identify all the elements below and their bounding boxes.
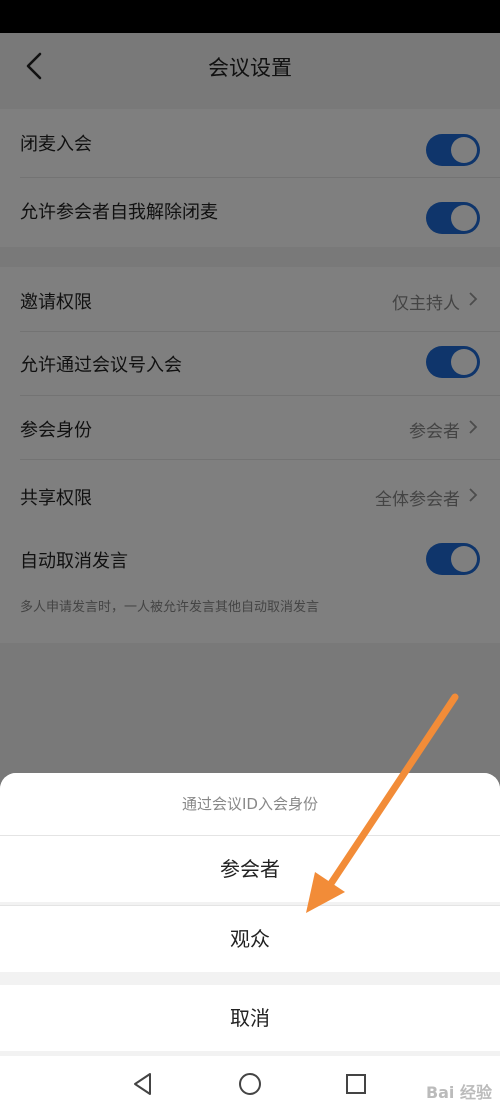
system-nav-bar: Bai 经验 [0, 1056, 500, 1111]
sheet-cancel-button[interactable]: 取消 [0, 985, 500, 1051]
status-bar [0, 0, 500, 33]
nav-back-icon[interactable] [130, 1071, 156, 1097]
nav-home-icon[interactable] [237, 1071, 263, 1097]
sheet-option-attendee[interactable]: 参会者 [0, 836, 500, 902]
sheet-option-audience[interactable]: 观众 [0, 906, 500, 972]
sheet-title: 通过会议ID入会身份 [0, 773, 500, 835]
nav-recents-icon[interactable] [343, 1071, 369, 1097]
watermark-logo: Bai 经验 [425, 1083, 492, 1102]
